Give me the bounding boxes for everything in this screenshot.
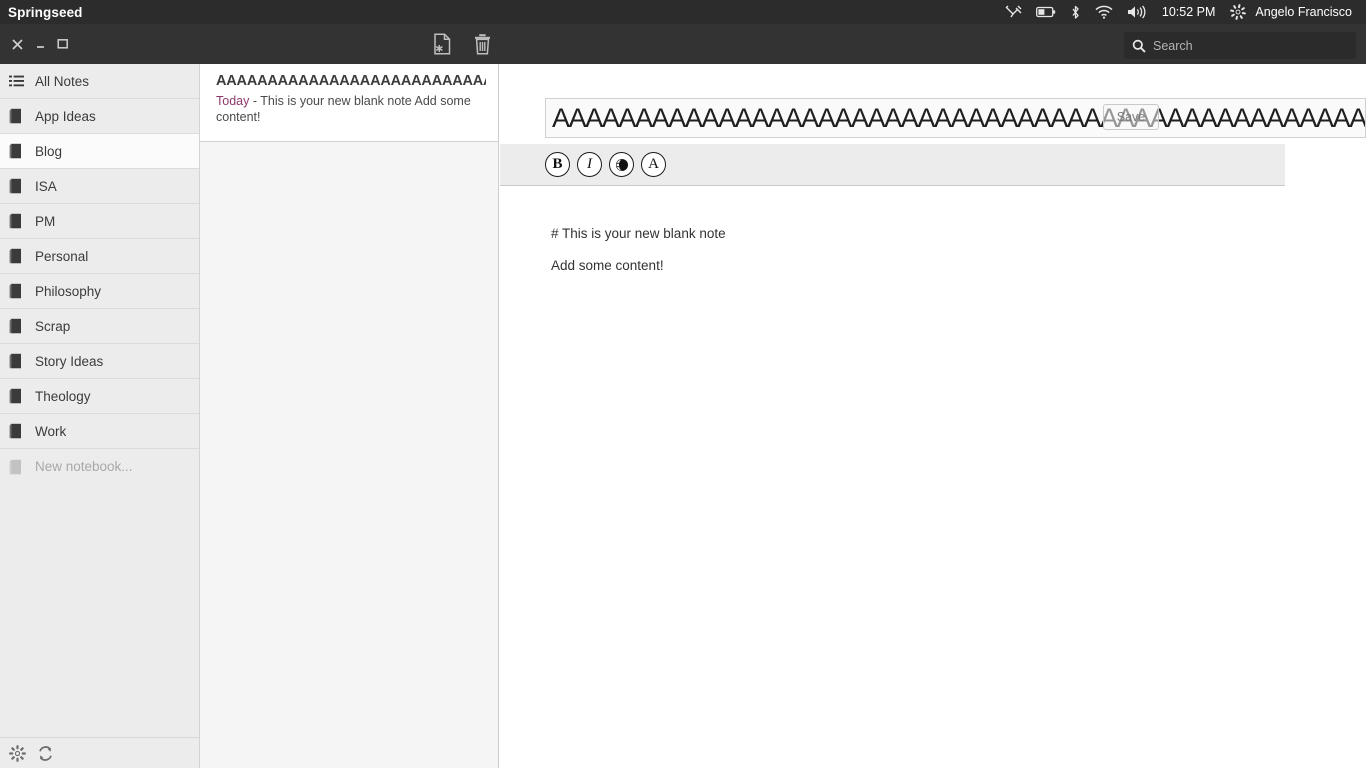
sidebar-item-theology[interactable]: Theology [0,379,199,414]
sidebar-item-scrap[interactable]: Scrap [0,309,199,344]
note-item-date: Today [216,94,250,108]
note-list-panel: AAAAAAAAAAAAAAAAAAAAAAAAAAAAAAAAAAAAAAAA… [200,64,499,768]
wifi-icon[interactable] [1088,0,1120,24]
notebook-icon [9,108,31,124]
sidebar-item-label: App Ideas [35,108,96,124]
sidebar-item-label: New notebook... [35,459,133,474]
new-note-icon[interactable] [430,31,454,57]
sidebar-item-label: Work [35,423,67,439]
close-icon[interactable] [9,36,25,52]
sidebar-item-all-notes[interactable]: All Notes [0,64,199,99]
sidebar-item-new-notebook[interactable]: New notebook... [0,449,199,484]
note-item-title: AAAAAAAAAAAAAAAAAAAAAAAAAAAAAAAAAAAAAAAA… [216,73,486,89]
format-toolbar: B I A [500,144,1285,186]
note-body-line: Add some content! [551,258,664,273]
search-icon [1132,39,1146,53]
search-box[interactable] [1124,32,1356,59]
notebook-icon [9,283,31,299]
sidebar-item-label: All Notes [35,73,90,89]
sidebar-footer [0,737,199,768]
unity-top-panel: Springseed 10:52 PM Angelo Francisco [0,0,1366,24]
note-actions [430,24,494,64]
sidebar-item-label: Story Ideas [35,353,104,369]
save-button[interactable]: Save [1103,104,1159,130]
notebooks-sidebar: All Notes App Ideas Blog ISA PM Personal Philo… [0,64,200,768]
sidebar-item-label: Blog [35,143,63,159]
notebook-icon [9,178,31,194]
sidebar-item-label: PM [35,213,56,229]
notebook-icon [9,388,31,404]
app-titlebar [0,24,1366,64]
search-input[interactable] [1153,38,1348,53]
note-body[interactable]: # This is your new blank note Add some c… [500,186,1366,768]
sidebar-item-pm[interactable]: PM [0,204,199,239]
note-title-area: AAAAAAAAAAAAAAAAAAAAAAAAAAAAAAAAAAAAAAAA… [500,64,1366,144]
maximize-icon[interactable] [55,36,71,52]
note-title-input[interactable]: AAAAAAAAAAAAAAAAAAAAAAAAAAAAAAAAAAAAAAAA… [545,98,1366,138]
notebook-icon [9,143,31,159]
notebook-icon [9,318,31,334]
sidebar-item-label: ISA [35,178,57,194]
notebook-icon [9,248,31,264]
gear-icon[interactable] [1223,0,1253,24]
clock[interactable]: 10:52 PM [1154,5,1224,19]
volume-icon[interactable] [1120,0,1154,24]
sidebar-item-label: Personal [35,248,89,264]
trash-icon[interactable] [470,31,494,57]
notebook-icon [9,459,31,475]
bluetooth-icon[interactable] [1063,0,1088,24]
minimize-icon[interactable] [32,36,48,52]
note-body-line: # This is your new blank note [551,226,726,241]
notebook-icon [9,213,31,229]
sidebar-item-blog[interactable]: Blog [0,134,199,169]
notebook-icon [9,423,31,439]
gear-icon[interactable] [8,744,26,762]
list-icon [9,75,31,87]
note-editor: AAAAAAAAAAAAAAAAAAAAAAAAAAAAAAAAAAAAAAAA… [500,64,1366,768]
list-item[interactable]: AAAAAAAAAAAAAAAAAAAAAAAAAAAAAAAAAAAAAAAA… [200,64,498,142]
link-button[interactable] [609,152,634,177]
springseed-window: All Notes App Ideas Blog ISA PM Personal Philo… [0,24,1366,768]
sidebar-item-personal[interactable]: Personal [0,239,199,274]
unity-app-menu-title[interactable]: Springseed [8,5,83,20]
sidebar-item-label: Philosophy [35,283,102,299]
sidebar-item-philosophy[interactable]: Philosophy [0,274,199,309]
italic-button[interactable]: I [577,152,602,177]
window-controls [9,36,71,52]
font-button[interactable]: A [641,152,666,177]
sidebar-item-label: Theology [35,388,91,404]
notebook-list: All Notes App Ideas Blog ISA PM Personal Philo… [0,64,199,484]
battery-icon[interactable] [1029,0,1063,24]
system-tray: 10:52 PM Angelo Francisco [998,0,1360,24]
user-menu[interactable]: Angelo Francisco [1253,5,1360,19]
notebook-icon [9,353,31,369]
keyboard-indicator-icon[interactable] [998,0,1029,24]
note-item-separator: - [249,94,261,108]
sidebar-item-story-ideas[interactable]: Story Ideas [0,344,199,379]
sync-icon[interactable] [36,744,54,762]
bold-button[interactable]: B [545,152,570,177]
sidebar-item-isa[interactable]: ISA [0,169,199,204]
sidebar-item-work[interactable]: Work [0,414,199,449]
note-item-preview: Today - This is your new blank note Add … [216,93,486,125]
sidebar-item-label: Scrap [35,318,71,334]
sidebar-item-app-ideas[interactable]: App Ideas [0,99,199,134]
